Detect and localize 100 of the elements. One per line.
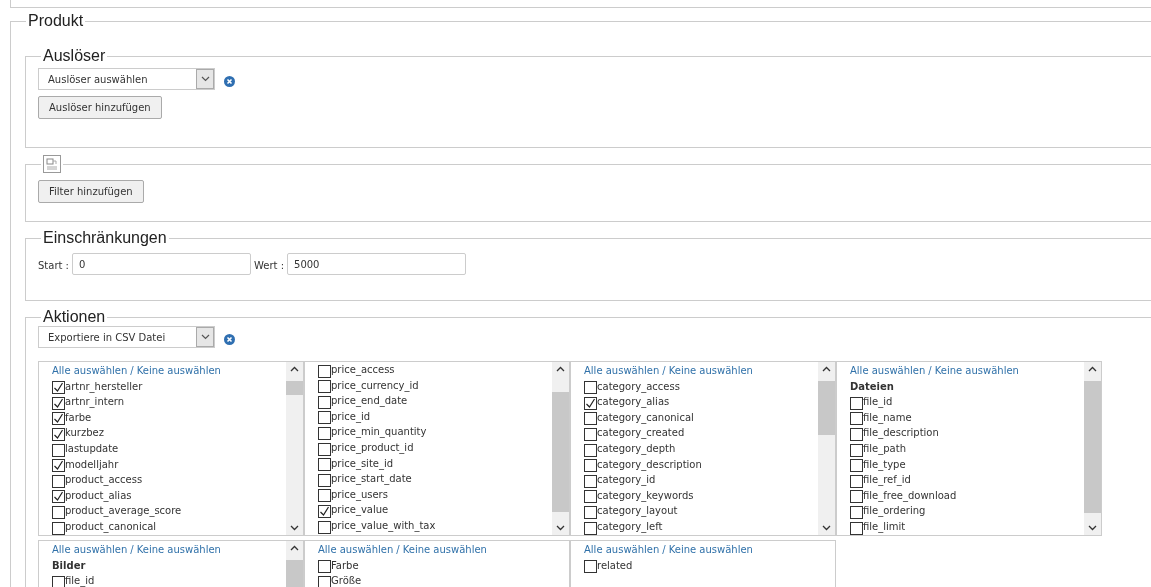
checkbox[interactable] xyxy=(52,427,65,441)
checkbox[interactable] xyxy=(52,412,65,426)
add-trigger-button[interactable]: Auslöser hinzufügen xyxy=(38,96,162,119)
checkbox-label: price_end_date xyxy=(331,394,408,409)
checkbox[interactable] xyxy=(584,560,597,574)
filter-icon xyxy=(43,155,61,173)
scroll-down-icon[interactable] xyxy=(822,525,831,531)
dropdown[interactable]: Auslöser auswählen xyxy=(38,68,215,90)
checkbox-label: price_min_quantity xyxy=(331,425,427,440)
scroll-up-icon[interactable] xyxy=(290,545,299,551)
checkbox[interactable] xyxy=(318,560,331,574)
checkbox[interactable] xyxy=(850,505,863,519)
caret-icon xyxy=(200,76,210,82)
section-legend: Aktionen xyxy=(43,308,106,325)
field-label: Wert : xyxy=(254,260,285,271)
scroll-up-icon[interactable] xyxy=(556,366,565,372)
checkbox[interactable] xyxy=(318,489,331,503)
checkbox[interactable] xyxy=(850,427,863,441)
checkbox[interactable] xyxy=(52,521,65,535)
checkbox[interactable] xyxy=(318,411,331,425)
checkbox[interactable] xyxy=(584,505,597,519)
checkbox[interactable] xyxy=(584,396,597,410)
select-all-link[interactable]: Alle auswählen xyxy=(52,365,128,376)
checkbox[interactable] xyxy=(850,396,863,410)
checkbox[interactable] xyxy=(850,412,863,426)
scrollbar-thumb[interactable] xyxy=(552,392,569,512)
checkbox[interactable] xyxy=(584,381,597,395)
select-all-link[interactable]: Alle auswählen xyxy=(52,544,128,555)
checkbox[interactable] xyxy=(318,458,331,472)
select-none-link[interactable]: Keine auswählen xyxy=(402,544,487,555)
select-none-link[interactable]: Keine auswählen xyxy=(136,365,221,376)
scroll-up-icon[interactable] xyxy=(822,366,831,372)
checkbox[interactable] xyxy=(584,459,597,473)
select-none-link[interactable]: Keine auswählen xyxy=(668,544,753,555)
select-none-link[interactable]: Keine auswählen xyxy=(668,365,753,376)
checkbox[interactable] xyxy=(52,396,65,410)
checkbox-label: price_product_id xyxy=(331,440,414,456)
select-all-link[interactable]: Alle auswählen xyxy=(850,365,926,376)
link-separator: / xyxy=(396,544,400,555)
checkbox[interactable] xyxy=(52,381,65,395)
scroll-up-icon[interactable] xyxy=(290,366,299,372)
checkbox[interactable] xyxy=(584,412,597,426)
checkbox-label: file_ordering xyxy=(863,504,926,519)
checkbox[interactable] xyxy=(850,474,863,488)
input-field[interactable]: 5000 xyxy=(287,253,467,275)
checkbox[interactable] xyxy=(318,364,331,378)
scroll-down-icon[interactable] xyxy=(290,525,299,531)
checkbox[interactable] xyxy=(52,505,65,519)
checkbox-label: product_access xyxy=(65,473,143,488)
input-field[interactable]: 0 xyxy=(72,253,251,275)
checkbox[interactable] xyxy=(318,473,331,487)
checkbox-label: category_created xyxy=(597,426,685,441)
checkbox[interactable] xyxy=(850,521,863,535)
checkbox[interactable] xyxy=(318,442,331,456)
checkbox[interactable] xyxy=(584,443,597,457)
select-all-link[interactable]: Alle auswählen xyxy=(584,544,660,555)
scrollbar-thumb[interactable] xyxy=(1084,381,1101,513)
checkbox[interactable] xyxy=(584,521,597,535)
checkbox[interactable] xyxy=(52,575,65,587)
checkbox[interactable] xyxy=(318,575,331,587)
checkbox[interactable] xyxy=(318,520,331,534)
scroll-down-icon[interactable] xyxy=(556,525,565,531)
select-none-link[interactable]: Keine auswählen xyxy=(934,365,1019,376)
checkbox[interactable] xyxy=(318,426,331,440)
clear-icon[interactable] xyxy=(224,333,235,345)
add-filter-button[interactable]: Filter hinzufügen xyxy=(38,180,144,203)
scrollbar-thumb[interactable] xyxy=(818,381,835,435)
scroll-down-icon[interactable] xyxy=(1088,525,1097,531)
select-all-link[interactable]: Alle auswählen xyxy=(318,544,394,555)
field-label: Start : xyxy=(38,260,69,271)
group-heading: Bilder xyxy=(52,558,87,573)
checkbox-label: file_path xyxy=(863,441,906,457)
group-heading: Dateien xyxy=(850,379,895,394)
checkbox[interactable] xyxy=(52,490,65,504)
checkbox[interactable] xyxy=(52,474,65,488)
checkbox[interactable] xyxy=(850,459,863,473)
select-none-link[interactable]: Keine auswählen xyxy=(136,544,221,555)
checkbox[interactable] xyxy=(318,395,331,409)
checkbox[interactable] xyxy=(318,504,331,518)
checkbox-label: category_canonical xyxy=(597,410,694,426)
scrollbar[interactable] xyxy=(286,362,303,535)
checkbox[interactable] xyxy=(850,443,863,457)
scrollbar[interactable] xyxy=(818,362,835,535)
checkbox[interactable] xyxy=(318,380,331,394)
checkbox[interactable] xyxy=(584,490,597,504)
scroll-up-icon[interactable] xyxy=(1088,366,1097,372)
checkbox[interactable] xyxy=(52,459,65,473)
checkbox-label: category_description xyxy=(597,457,702,473)
checkbox[interactable] xyxy=(850,490,863,504)
scrollbar[interactable] xyxy=(1084,362,1101,535)
select-all-link[interactable]: Alle auswählen xyxy=(584,365,660,376)
checkbox[interactable] xyxy=(584,427,597,441)
clear-icon[interactable] xyxy=(224,75,235,87)
checkbox[interactable] xyxy=(52,443,65,457)
scrollbar[interactable] xyxy=(552,362,569,535)
link-separator: / xyxy=(130,365,134,376)
dropdown[interactable]: Exportiere in CSV Datei xyxy=(38,326,215,348)
checkbox[interactable] xyxy=(584,474,597,488)
checkbox-label: file_name xyxy=(863,410,912,426)
scrollbar-thumb[interactable] xyxy=(286,381,303,395)
